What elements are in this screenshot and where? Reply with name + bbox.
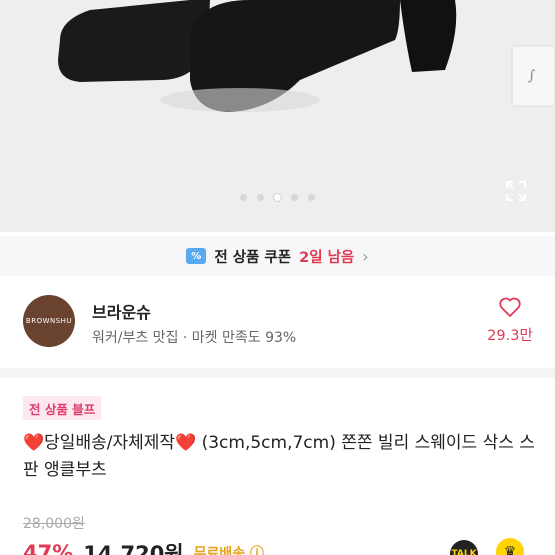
carousel-dots xyxy=(0,194,555,201)
like-button[interactable]: 29.3만 xyxy=(480,296,540,345)
carousel-dot[interactable] xyxy=(308,194,315,201)
section-divider xyxy=(0,368,555,378)
heart-emoji-icon: ❤️ xyxy=(175,433,197,453)
chevron-right-icon: › xyxy=(362,246,369,266)
crown-icon[interactable]: ♛ xyxy=(496,538,524,555)
expand-icon[interactable] xyxy=(503,178,529,204)
coupon-banner[interactable]: % 전 상품 쿠폰 2일 남음 › xyxy=(0,236,555,276)
carousel-dot[interactable] xyxy=(291,194,298,201)
sale-price: 14,720원 xyxy=(83,542,184,555)
coupon-days: 2일 남음 xyxy=(299,249,355,266)
free-shipping-label[interactable]: 무료배송 ⓘ xyxy=(194,543,264,555)
discount-rate: 47% xyxy=(23,541,74,555)
seller-row[interactable]: BROWNSHU 브라운슈 워커/부츠 맛집 · 마켓 만족도 93% 29.3… xyxy=(0,290,555,360)
seller-name[interactable]: 브라운슈 xyxy=(92,299,151,323)
carousel-dot[interactable] xyxy=(257,194,264,201)
product-image[interactable]: ∫ xyxy=(0,0,555,232)
svg-text:∫: ∫ xyxy=(528,68,535,84)
carousel-dot[interactable] xyxy=(240,194,247,201)
heart-emoji-icon: ❤️ xyxy=(23,433,45,453)
product-title: ❤️당일배송/자체제작❤️ (3cm,5cm,7cm) 쫀쫀 빌리 스웨이드 삭… xyxy=(23,430,538,484)
original-price: 28,000원 xyxy=(23,516,85,532)
coupon-icon: % xyxy=(186,248,207,264)
promo-badge: 전 상품 블프 xyxy=(23,396,102,420)
seller-info: 워커/부츠 맛집 · 마켓 만족도 93% xyxy=(92,330,297,346)
like-count: 29.3만 xyxy=(487,328,533,344)
heart-outline-icon xyxy=(499,297,521,317)
carousel-dot[interactable] xyxy=(274,194,281,201)
avatar[interactable]: BROWNSHU xyxy=(23,295,75,347)
title-part-1: 당일배송/자체제작 xyxy=(44,433,176,453)
price-row: 47% 14,720원 무료배송 ⓘ xyxy=(23,538,264,555)
talk-button[interactable]: TALK xyxy=(450,540,478,555)
coupon-text: 전 상품 쿠폰 xyxy=(214,249,292,266)
